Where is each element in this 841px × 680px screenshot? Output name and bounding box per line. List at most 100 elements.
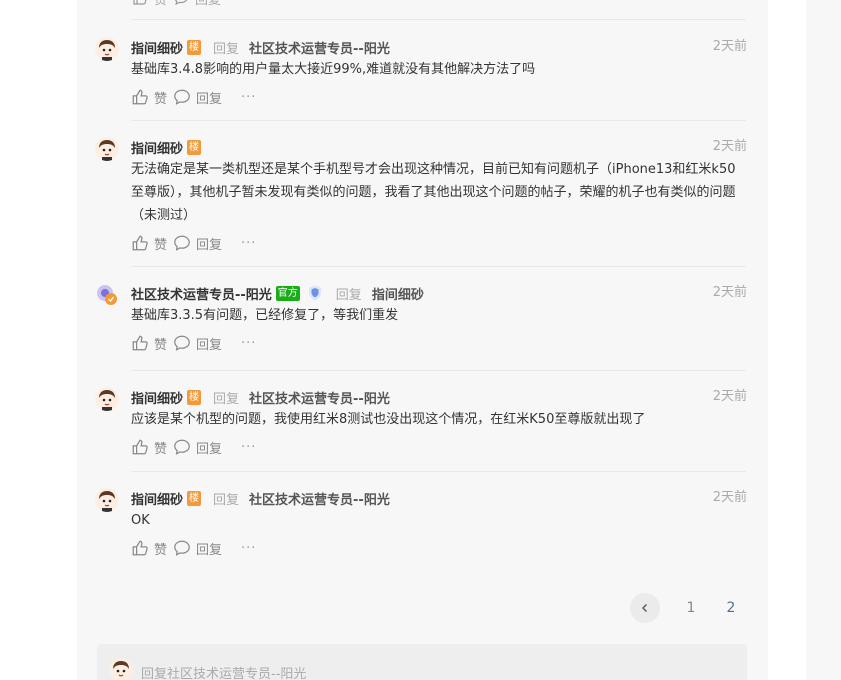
divider xyxy=(131,120,746,121)
official-badge: 官方 xyxy=(275,285,300,301)
reply-label[interactable]: 回复 xyxy=(195,0,221,8)
cartoon-avatar-icon xyxy=(95,37,119,61)
comment-actions: 赞 回复 ··· xyxy=(131,538,747,558)
reply-target-username[interactable]: 指间细砂 xyxy=(372,284,424,303)
comment-bubble-icon xyxy=(174,335,190,351)
reply-to-word: 回复 xyxy=(213,492,240,508)
comment-bubble-icon xyxy=(174,89,190,105)
avatar[interactable] xyxy=(95,283,119,307)
reply-label: 回复 xyxy=(196,237,223,253)
reply-input-box[interactable]: 回复社区技术运营专员--阳光 xyxy=(97,644,747,680)
page-1-button[interactable]: 1 xyxy=(684,600,698,616)
right-sidebar-edge xyxy=(806,0,841,680)
reply-label: 回复 xyxy=(196,542,223,558)
comment-header: 指间细砂 楼 回复 社区技术运营专员--阳光 xyxy=(131,387,747,407)
like-label: 赞 xyxy=(154,441,168,457)
avatar[interactable] xyxy=(95,37,119,61)
timestamp: 2天前 xyxy=(712,490,747,505)
like-button[interactable]: 赞 xyxy=(131,539,167,558)
divider xyxy=(131,19,746,20)
divider xyxy=(131,471,746,472)
comment-header: 指间细砂 楼 回复 社区技术运营专员--阳光 xyxy=(131,37,747,57)
comment-text: 基础库3.3.5有问题，已经修复了，等我们重发 xyxy=(131,308,399,323)
reply-button[interactable]: 回复 xyxy=(173,334,222,353)
verified-shield-icon xyxy=(308,285,321,301)
username[interactable]: 指间细砂 xyxy=(131,38,183,57)
comment-actions: 赞 回复 ··· xyxy=(131,437,747,457)
avatar xyxy=(109,658,133,680)
like-button[interactable]: 赞 xyxy=(131,334,167,353)
avatar[interactable] xyxy=(95,387,119,411)
floor-badge: 楼 xyxy=(187,139,202,155)
like-label: 赞 xyxy=(154,91,168,107)
like-label[interactable]: 赞 xyxy=(154,0,167,8)
cartoon-avatar-icon xyxy=(95,488,119,512)
comment-bubble-icon xyxy=(174,235,190,251)
reply-target-username[interactable]: 社区技术运营专员--阳光 xyxy=(249,38,390,57)
avatar[interactable] xyxy=(95,488,119,512)
reply-button[interactable]: 回复 xyxy=(173,539,222,558)
thumbs-up-icon[interactable] xyxy=(132,0,148,6)
like-button[interactable]: 赞 xyxy=(131,438,167,457)
more-button[interactable]: ··· xyxy=(241,541,256,556)
cartoon-avatar-icon xyxy=(109,658,133,680)
timestamp: 2天前 xyxy=(712,389,747,404)
thumbs-up-icon xyxy=(132,439,148,455)
chevron-left-icon xyxy=(642,604,647,612)
comment-actions: 赞 回复 ··· xyxy=(131,87,747,107)
username[interactable]: 社区技术运营专员--阳光 xyxy=(131,284,272,303)
comment-text: 应该是某个机型的问题，我使用红米8测试也没出现这个情况，在红米K50至尊版就出现… xyxy=(131,412,646,427)
timestamp: 2天前 xyxy=(712,139,747,154)
official-avatar-icon xyxy=(97,285,117,305)
timestamp: 2天前 xyxy=(712,285,747,300)
more-button[interactable]: ··· xyxy=(241,236,256,251)
cartoon-avatar-icon xyxy=(95,137,119,161)
reply-label: 回复 xyxy=(196,91,223,107)
comment-header: 社区技术运营专员--阳光 官方 回复 指间细砂 xyxy=(131,283,747,303)
thumbs-up-icon xyxy=(132,540,148,556)
like-button[interactable]: 赞 xyxy=(131,88,167,107)
cartoon-avatar-icon xyxy=(95,387,119,411)
previous-comment-actions: 赞 回复 xyxy=(132,0,221,8)
like-button[interactable]: 赞 xyxy=(131,234,167,253)
like-label: 赞 xyxy=(154,237,168,253)
avatar[interactable] xyxy=(95,137,119,161)
reply-button[interactable]: 回复 xyxy=(173,438,222,457)
comment-text: 无法确定是某一类机型还是某个手机型号才会出现这种情况，目前已知有问题机子（iPh… xyxy=(131,162,736,223)
prev-page-button[interactable] xyxy=(630,593,660,623)
reply-target-username[interactable]: 社区技术运营专员--阳光 xyxy=(249,388,390,407)
reply-to-word: 回复 xyxy=(213,391,240,407)
floor-badge: 楼 xyxy=(187,490,202,506)
comment-bubble-icon xyxy=(174,540,190,556)
right-margin xyxy=(768,0,806,680)
divider xyxy=(131,266,746,267)
reply-button[interactable]: 回复 xyxy=(173,234,222,253)
comment-header: 指间细砂 楼 xyxy=(131,137,747,157)
username[interactable]: 指间细砂 xyxy=(131,489,183,508)
reply-target-username[interactable]: 社区技术运营专员--阳光 xyxy=(249,489,390,508)
reply-to-word: 回复 xyxy=(335,287,362,303)
comment-bubble-icon xyxy=(174,439,190,455)
pagination: 1 2 xyxy=(630,593,738,623)
comment-header: 指间细砂 楼 回复 社区技术运营专员--阳光 xyxy=(131,488,747,508)
comment-actions: 赞 回复 ··· xyxy=(131,333,747,353)
comment-text: OK xyxy=(131,513,150,528)
reply-to-word: 回复 xyxy=(213,41,240,57)
page-2-button[interactable]: 2 xyxy=(724,600,738,616)
thumbs-up-icon xyxy=(132,335,148,351)
reply-button[interactable]: 回复 xyxy=(173,88,222,107)
reply-placeholder[interactable]: 回复社区技术运营专员--阳光 xyxy=(141,663,306,680)
like-label: 赞 xyxy=(154,542,168,558)
more-button[interactable]: ··· xyxy=(241,336,256,351)
reply-label: 回复 xyxy=(196,337,223,353)
floor-badge: 楼 xyxy=(187,389,202,405)
comment-bubble-icon[interactable] xyxy=(173,0,189,6)
like-label: 赞 xyxy=(154,337,168,353)
username[interactable]: 指间细砂 xyxy=(131,388,183,407)
floor-badge: 楼 xyxy=(187,39,202,55)
more-button[interactable]: ··· xyxy=(241,90,256,105)
username[interactable]: 指间细砂 xyxy=(131,138,183,157)
thumbs-up-icon xyxy=(132,235,148,251)
timestamp: 2天前 xyxy=(712,39,747,54)
more-button[interactable]: ··· xyxy=(241,440,256,455)
